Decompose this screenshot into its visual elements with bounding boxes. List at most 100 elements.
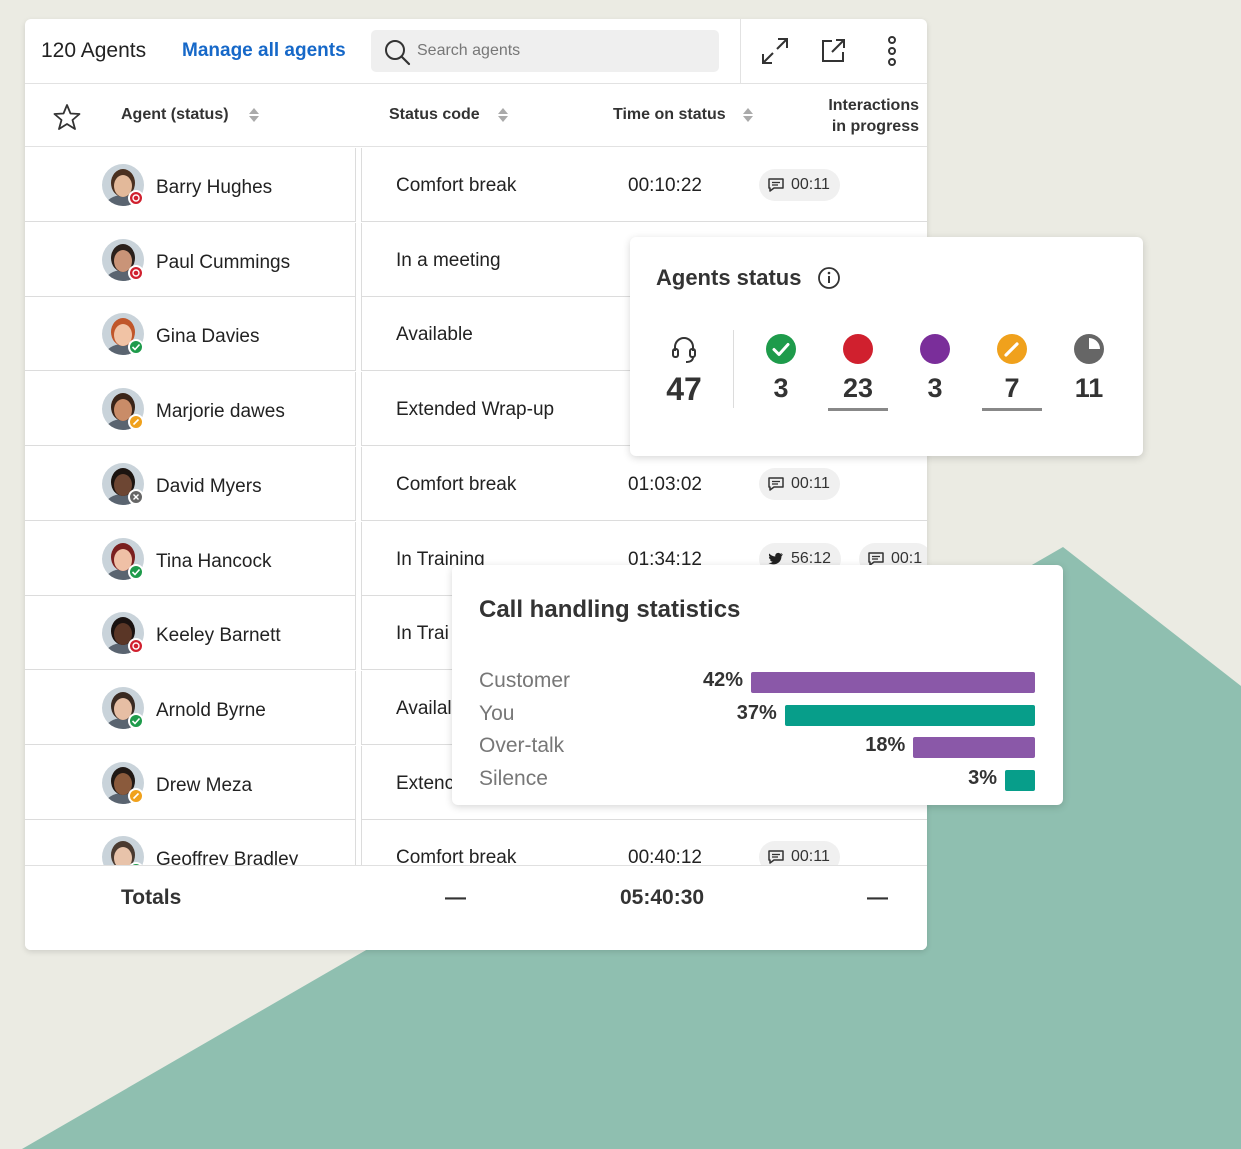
status-stat[interactable]: 3 <box>905 333 965 404</box>
status-stat-value: 23 <box>842 373 874 403</box>
interaction-chip[interactable]: 00:11 <box>759 467 840 500</box>
totals-interactions-dash: — <box>867 886 888 909</box>
call-handling-card: Call handling statistics Customer 42% You 3… <box>452 565 1063 805</box>
sort-icon[interactable] <box>497 107 509 123</box>
status-stat[interactable]: 23 <box>828 333 888 411</box>
headset-icon <box>672 337 696 363</box>
avatar <box>102 313 144 356</box>
external-link-icon[interactable] <box>818 36 848 66</box>
avatar <box>102 537 144 580</box>
call-stat-row: Customer 42% <box>452 666 1063 696</box>
agent-name[interactable]: Barry Hughes <box>156 177 272 199</box>
agents-panel: 120 Agents Manage all agents Search agen… <box>25 19 927 950</box>
toolbar-divider <box>740 19 741 84</box>
call-stat-bar <box>913 737 1035 758</box>
avatar <box>102 388 144 431</box>
column-header-interactions-line2: in progress <box>831 118 919 135</box>
status-code: Comfort break <box>396 847 517 865</box>
avatar <box>102 761 144 804</box>
column-header-agent[interactable]: Agent (status) <box>121 106 229 124</box>
agents-status-divider <box>733 330 734 408</box>
totals-row: Totals — 05:40:30 — <box>25 865 927 950</box>
time-on-status: 00:10:22 <box>628 175 702 196</box>
status-code: Extended Wrap-up <box>396 399 555 421</box>
status-code: In a meeting <box>396 249 501 271</box>
status-code: Comfort break <box>396 473 517 495</box>
call-handling-title: Call handling statistics <box>479 596 741 623</box>
interaction-time: 00:11 <box>791 848 830 865</box>
star-icon[interactable] <box>53 103 81 131</box>
info-icon[interactable] <box>817 266 841 290</box>
totals-status-dash: — <box>445 886 466 909</box>
red-dot-icon <box>843 334 873 364</box>
table-header: Agent (status) Status code Time on statu… <box>25 85 927 147</box>
column-header-interactions[interactable]: Interactions in progress <box>828 95 919 137</box>
call-stat-label: Silence <box>479 766 548 790</box>
chat-icon <box>768 178 784 192</box>
expand-icon[interactable] <box>760 36 790 66</box>
status-code: Comfort break <box>396 175 517 196</box>
call-stat-percent: 37% <box>736 701 777 724</box>
clock-circle-icon <box>1074 334 1104 364</box>
table-row[interactable]: Barry Hughes Comfort break 00:10:22 00:11 <box>25 148 927 223</box>
agents-status-title: Agents status <box>656 265 802 290</box>
table-row[interactable]: David Myers Comfort break 01:03:02 00:11 <box>25 446 927 522</box>
panel-toolbar: 120 Agents Manage all agents <box>25 19 927 84</box>
agent-name[interactable]: Gina Davies <box>156 326 260 348</box>
avatar <box>102 612 144 655</box>
status-stat-value: 7 <box>1004 373 1020 403</box>
time-on-status: 00:40:12 <box>628 847 702 865</box>
status-code: Available <box>396 324 473 346</box>
status-code: In Trai <box>396 623 449 645</box>
agent-name[interactable]: David Myers <box>156 476 262 498</box>
column-header-status-code[interactable]: Status code <box>389 106 480 124</box>
agents-status-card: Agents status 47 3 23 3 7 11 <box>630 237 1143 456</box>
call-stat-percent: 3% <box>968 766 997 789</box>
purple-dot-icon <box>920 334 950 364</box>
agent-name[interactable]: Tina Hancock <box>156 551 271 573</box>
status-stat[interactable]: 7 <box>982 333 1042 411</box>
call-stat-row: Silence 3% <box>452 764 1063 794</box>
avatar <box>102 164 144 206</box>
interaction-chip[interactable]: 00:11 <box>759 169 840 201</box>
sort-icon[interactable] <box>742 107 754 123</box>
call-stat-bar <box>1005 769 1035 791</box>
agent-name[interactable]: Geoffrey Bradley <box>156 849 298 865</box>
agent-name[interactable]: Paul Cummings <box>156 252 290 274</box>
agent-name[interactable]: Drew Meza <box>156 775 252 797</box>
check-circle-icon <box>766 334 796 364</box>
agent-name[interactable]: Keeley Barnett <box>156 625 281 647</box>
avatar <box>102 462 144 505</box>
agent-name[interactable]: Marjorie dawes <box>156 401 285 423</box>
call-stat-label: You <box>479 701 515 725</box>
avatar <box>102 836 144 865</box>
status-stat-value: 3 <box>773 373 789 403</box>
interaction-chip[interactable]: 00:11 <box>759 841 840 865</box>
status-stat-value: 11 <box>1074 373 1104 403</box>
table-row[interactable]: Geoffrey Bradley Comfort break 00:40:12 00:… <box>25 820 927 865</box>
sort-icon[interactable] <box>248 107 260 123</box>
totals-label: Totals <box>121 886 182 909</box>
time-on-status: 01:03:02 <box>628 473 702 495</box>
call-stat-row: Over-talk 18% <box>452 731 1063 761</box>
status-code: Availal <box>396 697 452 719</box>
agent-name[interactable]: Arnold Byrne <box>156 700 266 722</box>
manage-all-agents-link[interactable]: Manage all agents <box>182 40 346 62</box>
avatar <box>102 686 144 729</box>
search-input[interactable] <box>417 38 707 64</box>
call-stat-label: Over-talk <box>479 734 565 757</box>
totals-time: 05:40:30 <box>620 886 705 909</box>
interaction-time: 00:11 <box>791 474 830 492</box>
search-icon <box>385 40 411 66</box>
call-stat-label: Customer <box>479 669 571 692</box>
status-stat[interactable]: 11 <box>1059 333 1119 404</box>
chat-icon <box>768 850 784 865</box>
column-header-time-on-status[interactable]: Time on status <box>613 106 726 124</box>
search-box[interactable] <box>371 30 719 72</box>
agents-total-value: 47 <box>666 371 702 407</box>
pencil-circle-icon <box>997 334 1027 364</box>
status-stat[interactable]: 3 <box>751 333 811 404</box>
call-stat-percent: 42% <box>702 669 743 691</box>
more-options-icon[interactable] <box>877 36 907 66</box>
status-stat-value: 3 <box>927 373 943 403</box>
